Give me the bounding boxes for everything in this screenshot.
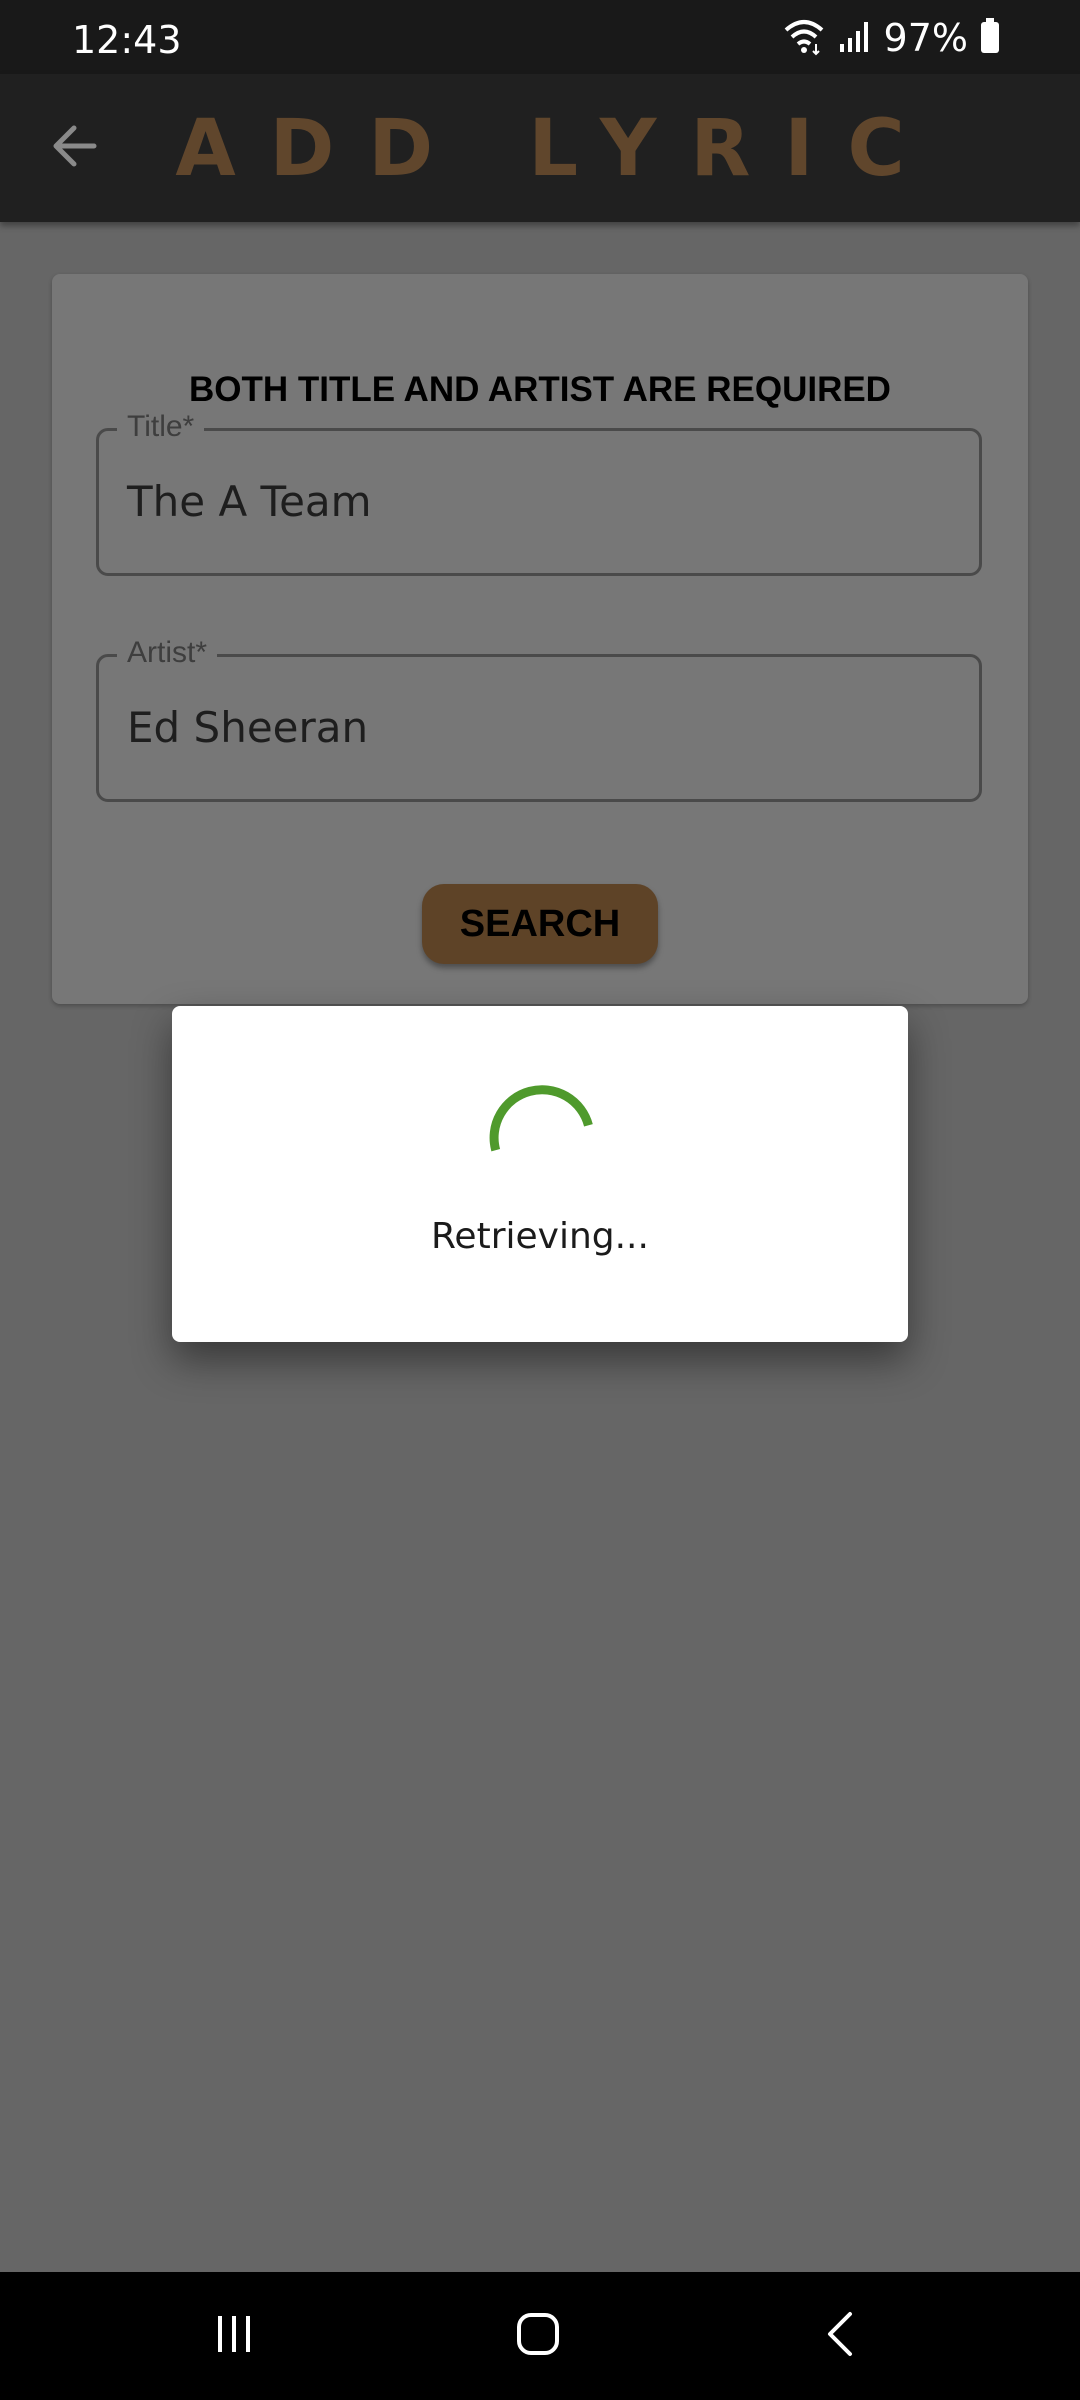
page-title: ADD LYRIC (175, 104, 939, 194)
app-bar: ADD LYRIC (0, 74, 1080, 222)
signal-icon (838, 18, 872, 59)
search-button[interactable]: SEARCH (422, 884, 658, 964)
recent-apps-icon (212, 2312, 256, 2361)
status-icons: 97% (782, 16, 1000, 60)
wifi-icon (782, 16, 826, 61)
system-nav-bar (0, 2272, 1080, 2400)
battery-percent: 97% (883, 16, 968, 60)
battery-icon (980, 17, 1000, 59)
title-field[interactable]: Title* The A Team (96, 405, 982, 576)
status-time: 12:43 (72, 18, 182, 62)
home-icon (515, 2311, 561, 2362)
title-field-label: Title* (117, 405, 205, 449)
add-lyric-form: BOTH TITLE AND ARTIST ARE REQUIRED Title… (52, 274, 1028, 1004)
back-icon (822, 2310, 858, 2363)
loading-message: Retrieving... (431, 1216, 649, 1257)
home-button[interactable] (478, 2292, 598, 2380)
status-bar: 12:43 97% (0, 0, 1080, 74)
form-heading: BOTH TITLE AND ARTIST ARE REQUIRED (189, 370, 891, 409)
nav-back-button[interactable] (780, 2292, 900, 2380)
loading-spinner-icon (482, 1072, 598, 1188)
title-field-value[interactable]: The A Team (127, 477, 372, 526)
loading-dialog: Retrieving... (172, 1006, 908, 1342)
artist-field[interactable]: Artist* Ed Sheeran (96, 631, 982, 802)
artist-field-value[interactable]: Ed Sheeran (127, 703, 368, 752)
recent-apps-button[interactable] (174, 2292, 294, 2380)
artist-field-label: Artist* (117, 631, 218, 675)
